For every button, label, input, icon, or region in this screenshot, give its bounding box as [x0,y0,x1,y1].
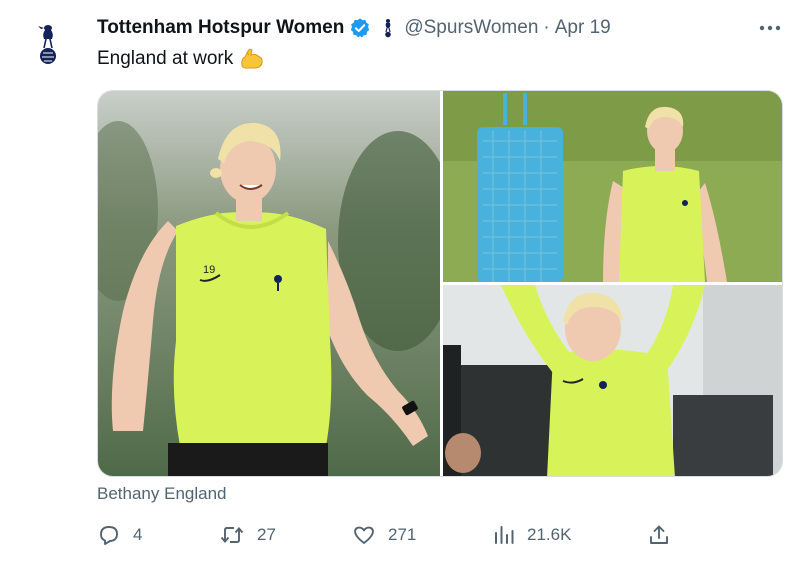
club-crest-icon [38,25,56,64]
verified-badge-icon[interactable] [349,17,371,39]
tweet-header: Tottenham Hotspur Women @SpursWomen · Ap… [97,14,611,42]
media-caption[interactable]: Bethany England [97,484,227,504]
share-button[interactable] [647,520,671,550]
retweet-count: 27 [257,525,276,544]
photo-1[interactable]: 19 [98,91,440,476]
player-smiling-image: 19 [98,91,440,476]
timestamp[interactable]: Apr 19 [555,17,611,39]
more-options-button[interactable] [756,18,784,38]
display-name[interactable]: Tottenham Hotspur Women [97,17,344,39]
reply-count: 4 [133,525,143,544]
share-icon [650,525,668,544]
player-stretching-image [443,285,782,476]
more-icon [759,25,781,31]
like-button[interactable]: 271 [352,520,416,550]
player-mannequin-image [443,91,782,282]
views-count: 21.6K [527,525,572,544]
club-avatar[interactable] [22,18,74,70]
media-grid: 19 [97,90,783,477]
reply-icon [100,526,118,545]
photo-2[interactable] [443,91,782,282]
flexed-biceps-emoji-icon [239,47,265,71]
retweet-icon [220,527,244,543]
tweet-text: England at work [97,47,265,71]
views-button[interactable]: 21.6K [493,520,571,550]
separator-dot: · [543,17,550,38]
tweet-body: England at work [97,48,234,69]
jersey-number: 19 [203,264,215,276]
views-icon [495,526,514,544]
like-icon [354,526,374,544]
action-bar: 4 27 271 21.6K [97,520,687,550]
photo-3[interactable] [443,285,782,476]
affiliate-badge-icon[interactable] [381,18,395,38]
retweet-button[interactable]: 27 [219,520,276,550]
like-count: 271 [388,525,417,544]
handle[interactable]: @SpursWomen [404,17,538,39]
reply-button[interactable]: 4 [97,520,142,550]
